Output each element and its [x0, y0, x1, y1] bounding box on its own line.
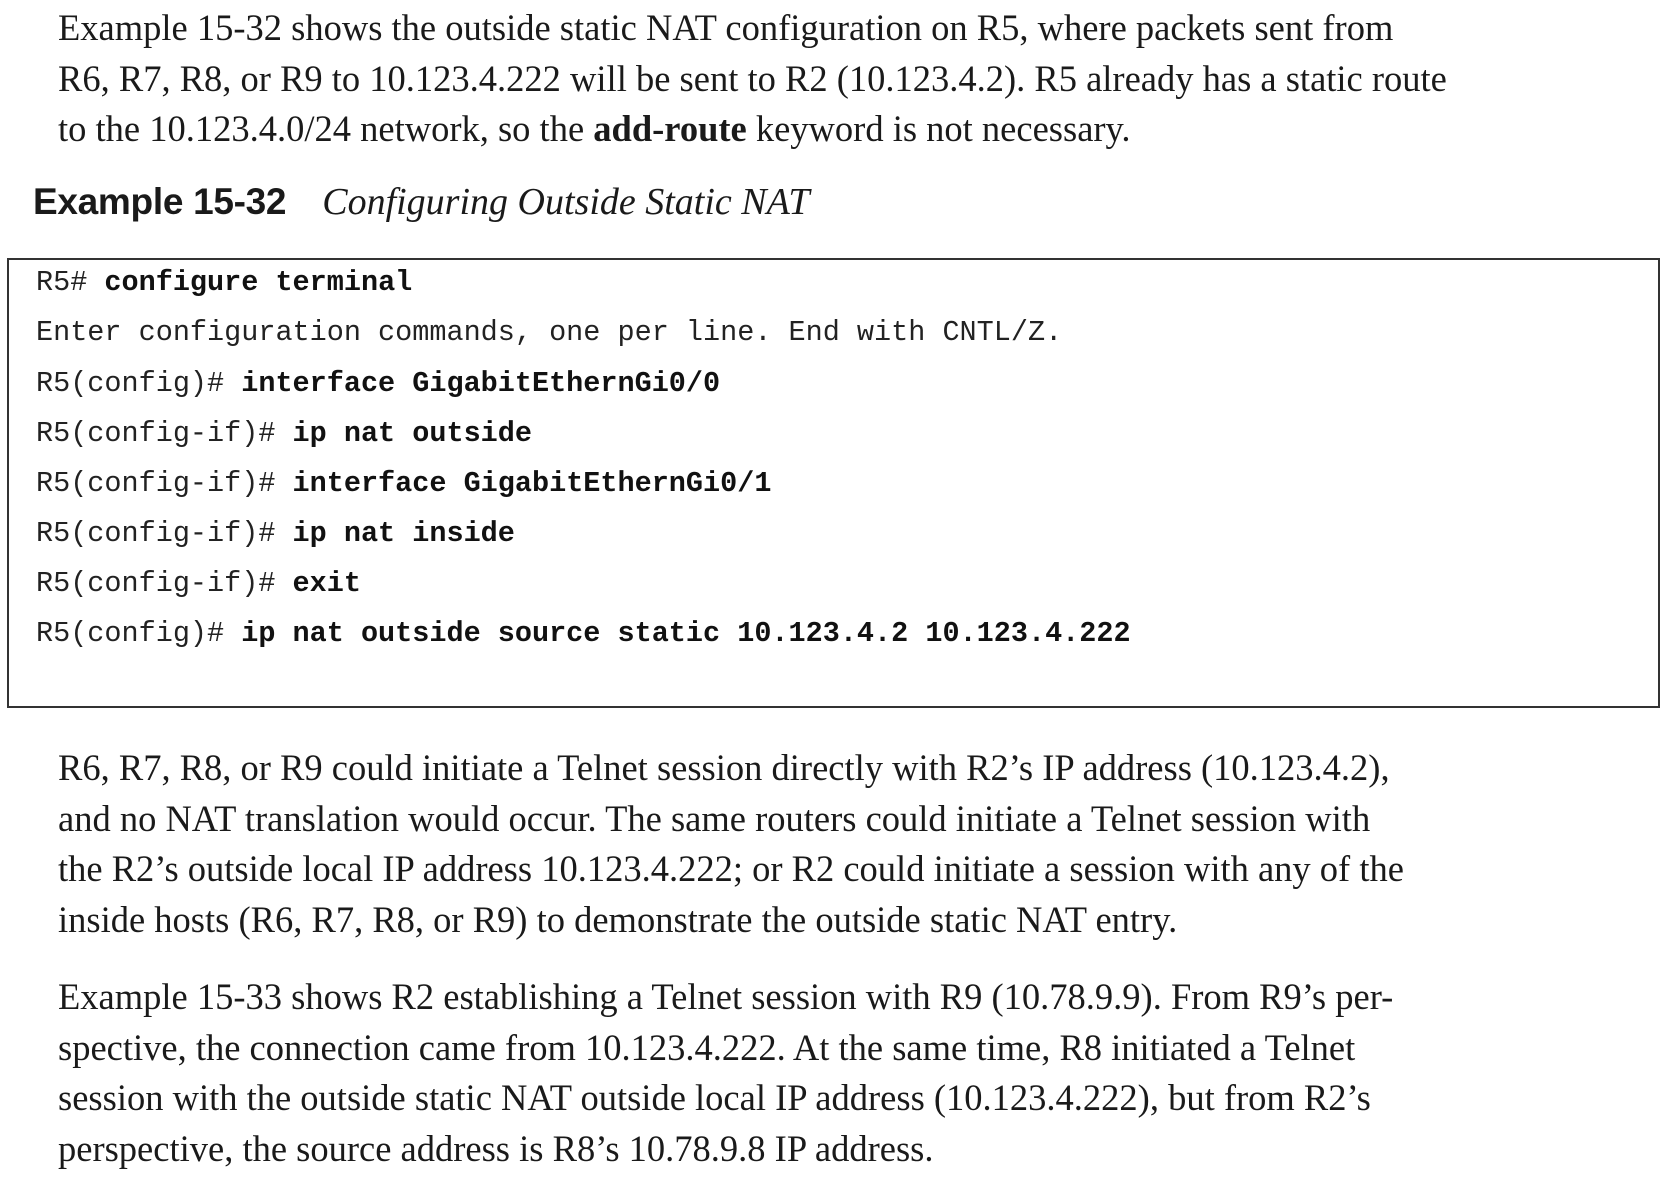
- paragraph-line: inside hosts (R6, R7, R8, or R9) to demo…: [58, 898, 1178, 940]
- code-line: R5(config-if)# interface GigabitEthernGi…: [36, 466, 771, 502]
- code-prompt: R5(config-if)#: [36, 567, 293, 600]
- body-paragraph-example-15-33: Example 15-33 shows R2 establishing a Te…: [58, 972, 1658, 1174]
- paragraph-line: spective, the connection came from 10.12…: [58, 1026, 1356, 1068]
- paragraph-line: R6, R7, R8, or R9 could initiate a Telne…: [58, 747, 1390, 788]
- paragraph-line: perspective, the source address is R8’s …: [58, 1127, 934, 1169]
- intro-line-1: Example 15-32 shows the outside static N…: [58, 7, 1394, 48]
- code-line: R5(config-if)# ip nat inside: [36, 516, 515, 552]
- intro-line-3-before: to the 10.123.4.0/24 network, so the: [58, 108, 594, 149]
- code-line: Enter configuration commands, one per li…: [36, 315, 1062, 351]
- code-command: interface GigabitEthernGi0/1: [292, 467, 772, 500]
- example-title: Configuring Outside Static NAT: [322, 181, 810, 223]
- code-command: ip nat inside: [292, 517, 515, 550]
- paragraph-line: session with the outside static NAT outs…: [58, 1077, 1371, 1118]
- code-prompt: Enter configuration commands, one per li…: [36, 316, 1063, 349]
- body-paragraph-telnet: R6, R7, R8, or R9 could initiate a Telne…: [58, 743, 1658, 945]
- code-command: configure terminal: [104, 266, 413, 299]
- code-command: ip nat outside: [292, 417, 532, 450]
- intro-line-3: to the 10.123.4.0/24 network, so the add…: [58, 104, 1658, 155]
- code-prompt: R5(config-if)#: [36, 467, 293, 500]
- paragraph-line: and no NAT translation would occur. The …: [58, 797, 1371, 839]
- intro-paragraph: Example 15-32 shows the outside static N…: [58, 3, 1658, 155]
- intro-line-3-after: keyword is not necessary.: [746, 108, 1131, 149]
- example-label: Example 15-32: [33, 181, 287, 222]
- code-command: exit: [292, 567, 361, 600]
- code-line: R5(config)# ip nat outside source static…: [36, 616, 1131, 652]
- add-route-keyword: add-route: [593, 108, 747, 149]
- code-prompt: R5(config-if)#: [36, 517, 293, 550]
- code-prompt: R5(config-if)#: [36, 417, 293, 450]
- code-line: R5(config-if)# exit: [36, 566, 361, 602]
- example-caption: Example 15-32 Configuring Outside Static …: [33, 180, 810, 224]
- code-line: R5(config)# interface GigabitEthernGi0/0: [36, 366, 720, 402]
- intro-line-2: R6, R7, R8, or R9 to 10.123.4.222 will b…: [58, 57, 1447, 99]
- code-command: ip nat outside source static 10.123.4.2 …: [241, 617, 1131, 650]
- code-prompt: R5(config)#: [36, 617, 242, 650]
- code-command: interface GigabitEthernGi0/0: [241, 367, 721, 400]
- paragraph-line: the R2’s outside local IP address 10.123…: [58, 848, 1404, 889]
- paragraph-line: Example 15-33 shows R2 establishing a Te…: [58, 976, 1394, 1017]
- code-prompt: R5(config)#: [36, 367, 242, 400]
- code-line: R5(config-if)# ip nat outside: [36, 416, 532, 452]
- code-listing: R5# configure terminal Enter configurati…: [7, 258, 1660, 708]
- code-prompt: R5#: [36, 266, 105, 299]
- code-line: R5# configure terminal: [36, 265, 412, 301]
